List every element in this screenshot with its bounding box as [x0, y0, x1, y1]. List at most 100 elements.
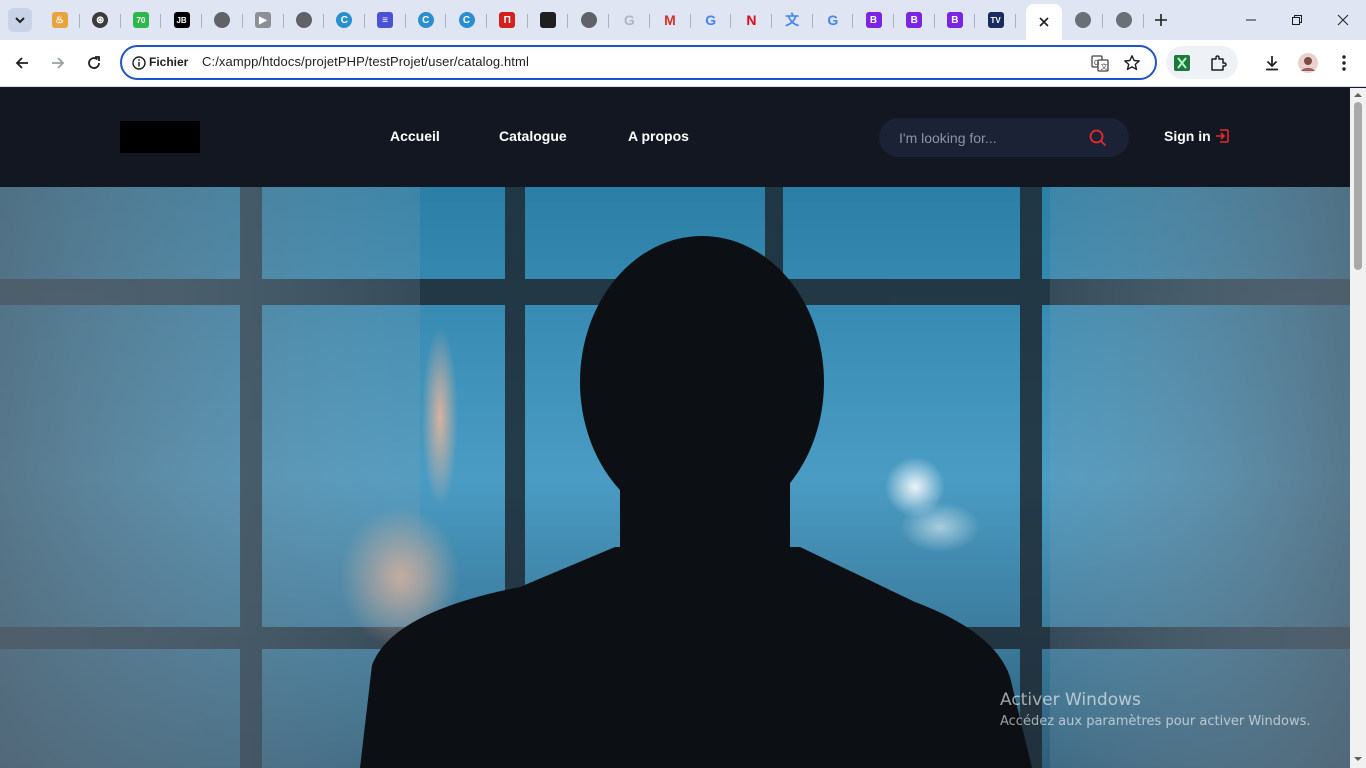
- browser-tab[interactable]: G: [609, 5, 650, 35]
- browser-tab[interactable]: TV: [975, 5, 1017, 35]
- github-icon: [539, 12, 556, 28]
- hero-image: [0, 187, 1350, 768]
- bootstrap-icon: B: [906, 12, 923, 28]
- google-icon: G: [827, 12, 839, 28]
- scroll-up-icon[interactable]: [1354, 91, 1362, 99]
- windows-activation-watermark: Activer Windows Accédez aux paramètres p…: [1000, 690, 1311, 729]
- search-button[interactable]: [1088, 128, 1108, 148]
- netflix-icon: N: [746, 12, 757, 28]
- browser-tab[interactable]: ⊛: [80, 5, 121, 35]
- browser-tab[interactable]: [283, 5, 325, 35]
- browser-tab[interactable]: C: [324, 5, 365, 35]
- arrow-left-icon: [15, 57, 28, 69]
- watermark-subtitle: Accédez aux paramètres pour activer Wind…: [1000, 714, 1311, 729]
- nav-link-about[interactable]: A propos: [628, 128, 689, 144]
- bootstrap-icon: B: [946, 12, 963, 28]
- browser-tab[interactable]: C: [446, 5, 487, 35]
- copilot-icon: C: [458, 12, 475, 28]
- watermark-title: Activer Windows: [1000, 690, 1141, 710]
- profile-avatar[interactable]: [1296, 51, 1320, 75]
- browser-tab[interactable]: Π: [487, 5, 528, 35]
- bookmark-star-icon[interactable]: [1122, 53, 1142, 73]
- restore-button[interactable]: [1274, 0, 1320, 40]
- site-info-icon[interactable]: [131, 55, 146, 70]
- browser-tab[interactable]: [527, 5, 569, 35]
- browser-tab[interactable]: [568, 5, 610, 35]
- gmail-icon: M: [664, 12, 676, 28]
- browser-tab[interactable]: G: [812, 5, 854, 35]
- browser-tab[interactable]: 70: [120, 5, 162, 35]
- sign-in-label: Sign in: [1164, 128, 1211, 144]
- plus-icon: [1155, 14, 1167, 26]
- restore-icon: [1292, 15, 1302, 25]
- counter-badge-icon: 70: [132, 12, 149, 28]
- nav-link-catalog[interactable]: Catalogue: [499, 128, 567, 144]
- minimize-button[interactable]: [1228, 0, 1274, 40]
- browser-tab[interactable]: JB: [161, 5, 203, 35]
- svg-text:文: 文: [1101, 62, 1108, 71]
- browser-tab[interactable]: M: [650, 5, 691, 35]
- bootstrap-icon: B: [865, 12, 882, 28]
- scroll-down-icon[interactable]: [1354, 755, 1362, 763]
- globe-icon: [295, 12, 312, 28]
- close-icon[interactable]: [1039, 17, 1049, 27]
- search-icon: [1089, 129, 1107, 147]
- copilot-icon: C: [417, 12, 434, 28]
- browser-tab[interactable]: ♨: [39, 5, 80, 35]
- tab-globe[interactable]: [1103, 5, 1144, 35]
- new-tab-button[interactable]: [1151, 10, 1171, 30]
- close-icon: [1337, 14, 1349, 26]
- forward-button[interactable]: [46, 51, 70, 75]
- nav-link-home[interactable]: Accueil: [390, 128, 440, 144]
- chatgpt-icon: ⊛: [92, 12, 109, 28]
- tab-search-button[interactable]: [8, 8, 32, 32]
- globe-icon: [1074, 12, 1091, 28]
- address-url[interactable]: C:/xampp/htdocs/projetPHP/testProjet/use…: [202, 54, 529, 69]
- google-icon: G: [705, 12, 717, 28]
- chevron-down-icon: [15, 17, 25, 24]
- tab-globe[interactable]: [1062, 5, 1103, 35]
- chat-app-icon: ≡: [377, 12, 394, 28]
- tv-icon: TV: [987, 12, 1004, 28]
- tab-active-catalog[interactable]: [1026, 4, 1062, 40]
- site-search-bar: [879, 118, 1129, 157]
- translate-icon: 文: [785, 12, 800, 28]
- browser-tab[interactable]: G: [690, 5, 732, 35]
- reload-button[interactable]: [82, 51, 106, 75]
- youtube-icon: ▶: [255, 12, 271, 28]
- browser-toolbar: Fichier C:/xampp/htdocs/projetPHP/testPr…: [0, 40, 1366, 87]
- jetbrains-icon: JB: [173, 12, 190, 28]
- scroll-thumb[interactable]: [1354, 102, 1362, 270]
- web-page: Accueil Catalogue A propos Sign in: [0, 88, 1350, 768]
- browser-tab[interactable]: C: [405, 5, 447, 35]
- browser-tab[interactable]: ≡: [365, 5, 406, 35]
- arrow-right-icon: [52, 57, 65, 69]
- translate-icon[interactable]: G文: [1090, 53, 1110, 73]
- sign-in-icon: [1215, 129, 1229, 143]
- back-button[interactable]: [10, 51, 34, 75]
- browser-tab[interactable]: [202, 5, 243, 35]
- close-window-button[interactable]: [1320, 0, 1366, 40]
- cursor-ai-icon: ♨: [51, 12, 68, 28]
- browser-tab[interactable]: B: [894, 5, 935, 35]
- browser-tab[interactable]: B: [853, 5, 894, 35]
- browser-tab[interactable]: B: [934, 5, 976, 35]
- address-bar[interactable]: Fichier C:/xampp/htdocs/projetPHP/testPr…: [120, 45, 1157, 80]
- site-logo[interactable]: [120, 121, 200, 153]
- download-icon[interactable]: [1260, 51, 1284, 75]
- globe-icon: [1115, 12, 1132, 28]
- site-search-input[interactable]: [899, 128, 1089, 148]
- ucloud-icon: Π: [499, 12, 516, 28]
- globe-icon: [214, 12, 231, 28]
- browser-tab[interactable]: N: [731, 5, 772, 35]
- address-chip[interactable]: Fichier: [149, 55, 188, 69]
- sign-in-link[interactable]: Sign in: [1164, 128, 1230, 144]
- extensions-puzzle-icon[interactable]: [1206, 51, 1230, 75]
- extension-excel-icon[interactable]: [1170, 51, 1194, 75]
- page-scrollbar[interactable]: [1350, 88, 1366, 768]
- globe-icon: [580, 12, 597, 28]
- browser-tab[interactable]: 文: [772, 5, 813, 35]
- browser-tab[interactable]: ▶: [243, 5, 284, 35]
- svg-text:G: G: [1094, 60, 1099, 67]
- browser-menu-icon[interactable]: [1332, 51, 1356, 75]
